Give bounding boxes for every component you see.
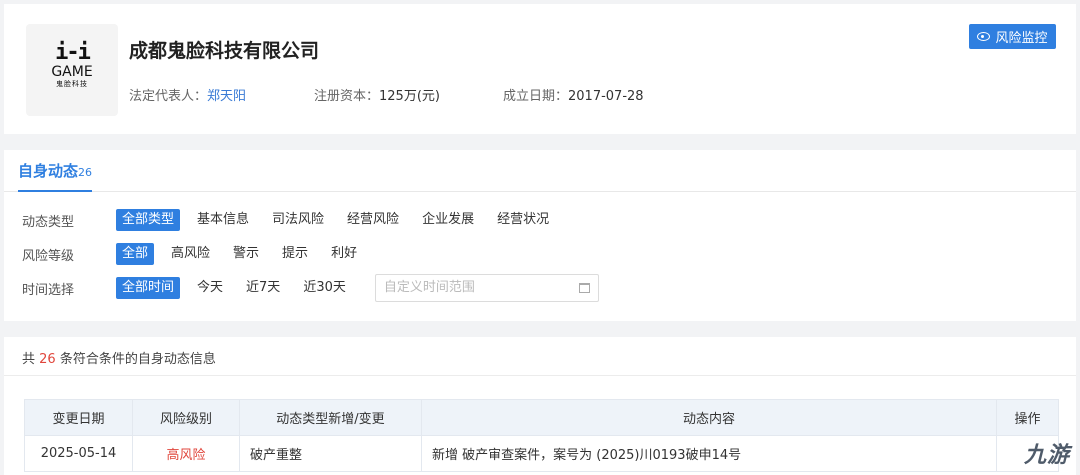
- capital-value: 125万(元): [379, 89, 440, 104]
- calendar-icon[interactable]: [578, 283, 590, 293]
- risk-monitor-label: 风险监控: [995, 31, 1048, 46]
- risk-option-notice[interactable]: 提示: [276, 243, 314, 265]
- eye-icon: [977, 32, 991, 41]
- filter-panel: 自身动态26 动态类型 全部类型 基本信息 司法风险 经营风险 企业发展 经营状…: [4, 150, 1076, 321]
- filter-risk-label: 风险等级: [22, 248, 75, 264]
- filter-row-risk: 风险等级 全部 高风险 警示 提示 利好: [22, 242, 374, 266]
- tab-label: 自身动态: [18, 162, 79, 180]
- results-prefix: 共: [22, 352, 40, 367]
- type-option-basic[interactable]: 基本信息: [191, 209, 255, 231]
- company-name: 成都鬼脸科技有限公司: [129, 41, 320, 62]
- risk-option-warning[interactable]: 警示: [227, 243, 265, 265]
- time-option-today[interactable]: 今天: [191, 277, 229, 299]
- watermark-logo: 九游: [1023, 443, 1070, 468]
- filter-time-label: 时间选择: [22, 282, 75, 298]
- risk-option-positive[interactable]: 利好: [325, 243, 363, 265]
- divider: [4, 375, 1076, 376]
- tab-self-dynamics[interactable]: 自身动态26: [18, 150, 93, 192]
- filter-row-time: 时间选择 全部时间 今天 近7天 近30天 自定义时间范围: [22, 274, 599, 302]
- dynamics-table: 变更日期 风险级别 动态类型新增/变更 动态内容 操作 2025-05-14 高…: [24, 399, 1059, 472]
- risk-monitor-button[interactable]: 风险监控: [969, 24, 1056, 49]
- company-header: i-i GAME 鬼脸科技 成都鬼脸科技有限公司 法定代表人：郑天阳 注册资本：…: [4, 4, 1076, 134]
- results-panel: 共 26 条符合条件的自身动态信息 变更日期 风险级别 动态类型新增/变更 动态…: [4, 337, 1076, 475]
- legal-rep-link[interactable]: 郑天阳: [207, 89, 246, 104]
- table-row: 2025-05-14 高风险 破产重整 新增 破产审查案件，案号为 (2025)…: [24, 435, 1059, 472]
- col-action: 操作: [996, 399, 1059, 436]
- row-date: 2025-05-14: [24, 435, 133, 472]
- filter-row-type: 动态类型 全部类型 基本信息 司法风险 经营风险 企业发展 经营状况: [22, 208, 566, 232]
- results-suffix: 条符合条件的自身动态信息: [55, 352, 216, 367]
- company-logo: i-i GAME 鬼脸科技: [26, 24, 118, 116]
- risk-option-all[interactable]: 全部: [116, 243, 155, 265]
- time-option-30days[interactable]: 近30天: [297, 277, 352, 299]
- risk-option-high[interactable]: 高风险: [165, 243, 216, 265]
- date-range-input[interactable]: 自定义时间范围: [374, 274, 599, 302]
- logo-mark: i-i: [55, 40, 91, 65]
- row-risk: 高风险: [132, 435, 240, 472]
- row-content: 新增 破产审查案件，案号为 (2025)川0193破申14号: [421, 435, 997, 472]
- logo-cn-text: 鬼脸科技: [56, 80, 88, 88]
- col-type: 动态类型新增/变更: [239, 399, 422, 436]
- col-content: 动态内容: [421, 399, 997, 436]
- founded-label: 成立日期：: [503, 89, 569, 104]
- capital-label: 注册资本：: [314, 89, 380, 104]
- type-option-all[interactable]: 全部类型: [116, 209, 181, 231]
- legal-rep-label: 法定代表人：: [129, 89, 208, 104]
- legal-representative: 法定代表人：郑天阳: [129, 85, 246, 104]
- registered-capital: 注册资本：125万(元): [314, 85, 440, 104]
- col-date: 变更日期: [24, 399, 133, 436]
- type-option-operating-status[interactable]: 经营状况: [491, 209, 555, 231]
- type-option-development[interactable]: 企业发展: [416, 209, 480, 231]
- table-header-row: 变更日期 风险级别 动态类型新增/变更 动态内容 操作: [24, 399, 1059, 436]
- logo-game-text: GAME: [51, 64, 93, 80]
- tab-bar: 自身动态26: [4, 150, 1076, 192]
- filter-type-label: 动态类型: [22, 214, 75, 230]
- results-summary: 共 26 条符合条件的自身动态信息: [22, 348, 216, 367]
- col-risk: 风险级别: [132, 399, 240, 436]
- date-range-placeholder: 自定义时间范围: [383, 280, 475, 295]
- time-option-7days[interactable]: 近7天: [240, 277, 286, 299]
- results-count: 26: [39, 352, 56, 367]
- row-type: 破产重整: [239, 435, 422, 472]
- type-option-operating-risk[interactable]: 经营风险: [341, 209, 405, 231]
- type-option-judicial[interactable]: 司法风险: [266, 209, 330, 231]
- time-option-all[interactable]: 全部时间: [116, 277, 181, 299]
- tab-count: 26: [78, 166, 93, 179]
- founded-value: 2017-07-28: [568, 89, 644, 104]
- founded-date: 成立日期：2017-07-28: [503, 85, 644, 104]
